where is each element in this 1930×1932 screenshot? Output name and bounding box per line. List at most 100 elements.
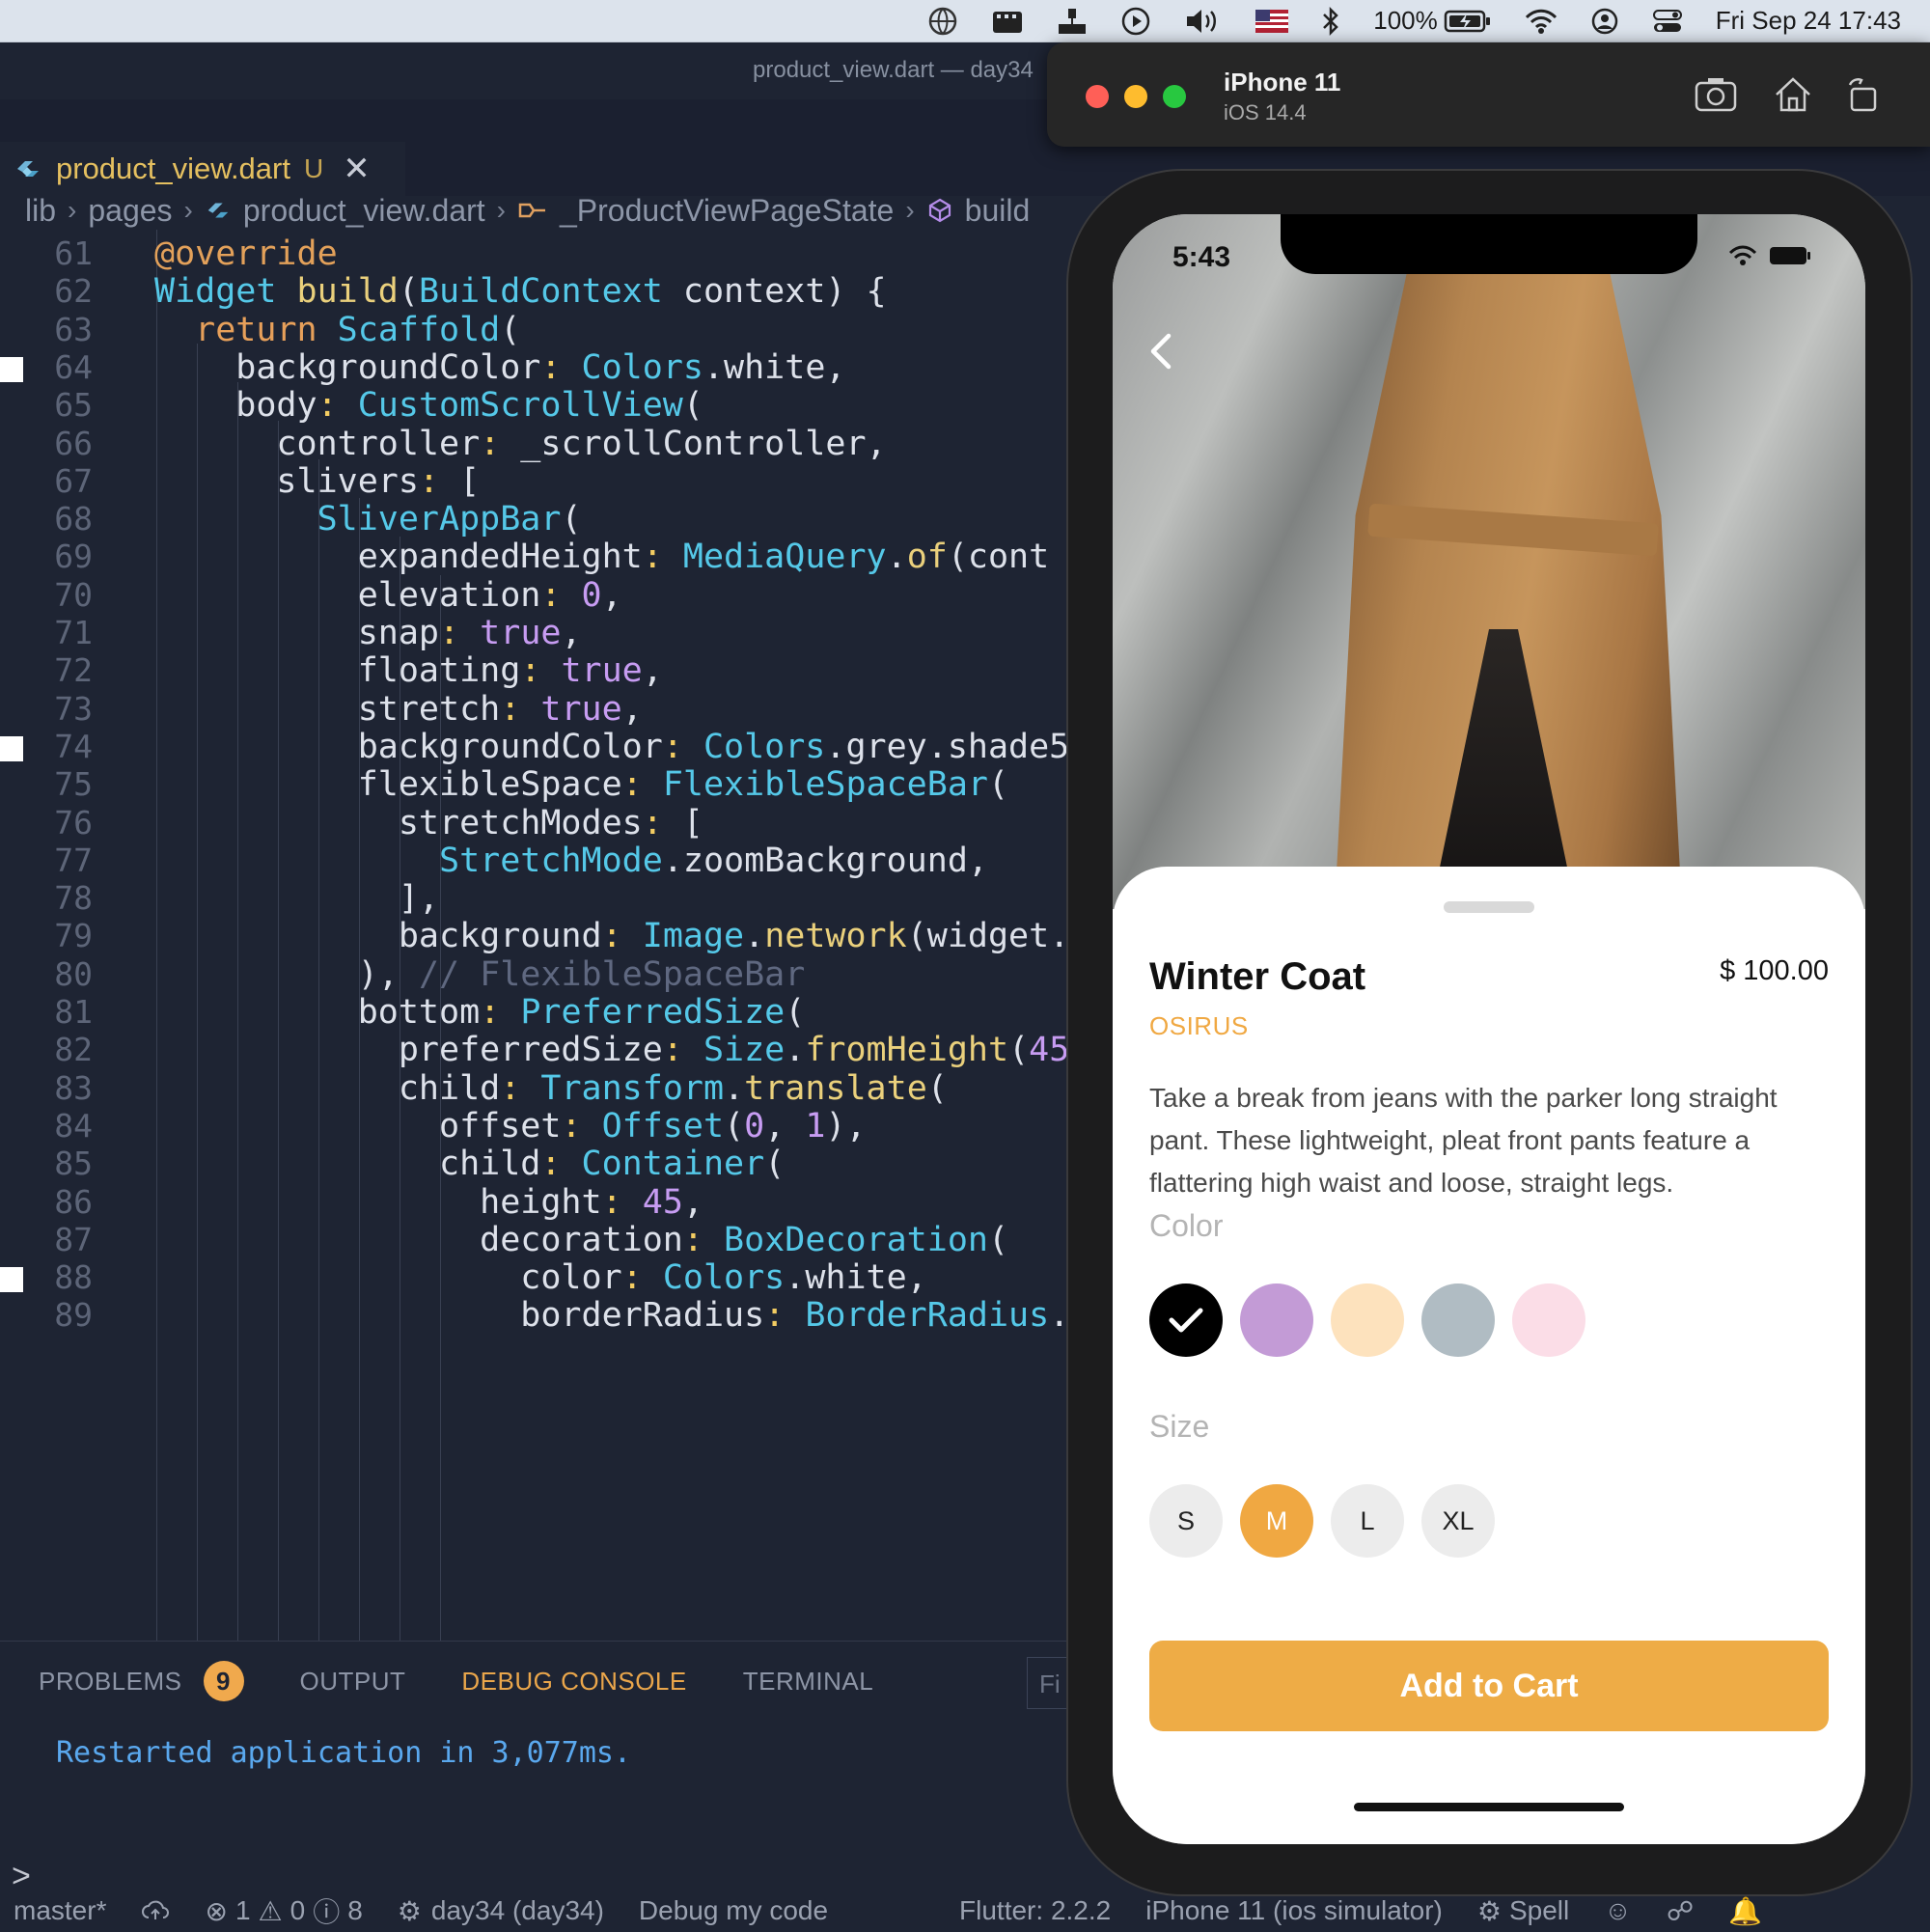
back-chevron-icon[interactable] bbox=[1140, 328, 1186, 374]
battery-status[interactable]: 100% bbox=[1373, 6, 1492, 36]
ios-status-icons bbox=[1728, 245, 1811, 266]
git-branch[interactable]: master* bbox=[14, 1895, 106, 1926]
size-option-s[interactable]: S bbox=[1149, 1484, 1223, 1558]
check-icon bbox=[1169, 1308, 1203, 1333]
breadcrumb-item[interactable]: product_view.dart bbox=[243, 193, 485, 229]
size-option-m[interactable]: M bbox=[1240, 1484, 1313, 1558]
color-swatch[interactable] bbox=[1240, 1283, 1313, 1357]
bluetooth-icon[interactable] bbox=[1321, 6, 1340, 37]
clapper-icon[interactable] bbox=[991, 8, 1024, 35]
tab-terminal[interactable]: TERMINAL bbox=[743, 1667, 873, 1697]
code-text: borderRadius: BorderRadius. bbox=[154, 1296, 1070, 1336]
debug-target-label: day34 (day34) bbox=[430, 1895, 604, 1925]
product-details-sheet: Winter Coat $ 100.00 OSIRUS Take a break… bbox=[1113, 867, 1865, 1844]
close-tab-icon[interactable]: ✕ bbox=[343, 150, 371, 188]
globe-icon[interactable] bbox=[927, 6, 958, 37]
code-area[interactable]: 61 @override 62 Widget build(BuildContext c… bbox=[0, 230, 1071, 1687]
tab-debug-console[interactable]: DEBUG CONSOLE bbox=[461, 1667, 686, 1697]
sheet-drag-handle[interactable] bbox=[1444, 901, 1534, 913]
minimize-window-button[interactable] bbox=[1124, 85, 1147, 108]
us-flag-icon[interactable] bbox=[1255, 9, 1289, 33]
product-image bbox=[1113, 214, 1865, 909]
flutter-version[interactable]: Flutter: 2.2.2 bbox=[959, 1895, 1111, 1926]
info-icon: ⓘ bbox=[313, 1897, 341, 1927]
warning-count: 0 bbox=[290, 1895, 306, 1925]
rotate-icon[interactable] bbox=[1844, 75, 1881, 114]
breadcrumb-item[interactable]: build bbox=[965, 193, 1031, 229]
problems-summary[interactable]: ⊗ 1 ⚠ 0 ⓘ 8 bbox=[205, 1891, 362, 1930]
volume-icon[interactable] bbox=[1184, 7, 1223, 36]
close-window-button[interactable] bbox=[1086, 85, 1109, 108]
color-options bbox=[1149, 1283, 1585, 1357]
screenshot-icon[interactable] bbox=[1694, 75, 1738, 114]
breadcrumb-item[interactable]: lib bbox=[25, 193, 56, 229]
debug-config[interactable]: Debug my code bbox=[639, 1895, 828, 1926]
debug-target[interactable]: ⚙ day34 (day34) bbox=[398, 1895, 604, 1927]
copilot-icon[interactable]: ☺ bbox=[1604, 1895, 1632, 1926]
simulator-os: iOS 14.4 bbox=[1224, 100, 1307, 124]
chevron-right-icon: › bbox=[68, 195, 77, 225]
color-label: Color bbox=[1149, 1208, 1224, 1243]
clock[interactable]: Fri Sep 24 17:43 bbox=[1716, 6, 1901, 36]
line-number: 89 bbox=[54, 1296, 93, 1335]
tab-filename: product_view.dart bbox=[56, 152, 290, 185]
battery-icon bbox=[1770, 247, 1810, 264]
product-title: Winter Coat bbox=[1149, 955, 1366, 998]
zoom-window-button[interactable] bbox=[1163, 85, 1186, 108]
tab-problems-label: PROBLEMS bbox=[39, 1667, 182, 1696]
battery-percent: 100% bbox=[1373, 6, 1438, 35]
ios-status-time: 5:43 bbox=[1172, 241, 1231, 273]
chevron-right-icon: › bbox=[496, 195, 506, 225]
tab-problems[interactable]: PROBLEMS 9 bbox=[39, 1661, 244, 1701]
color-swatch[interactable] bbox=[1512, 1283, 1585, 1357]
color-swatch[interactable] bbox=[1331, 1283, 1404, 1357]
wifi-icon bbox=[1728, 245, 1757, 265]
product-price: $ 100.00 bbox=[1720, 955, 1829, 986]
add-to-cart-button[interactable]: Add to Cart bbox=[1149, 1641, 1829, 1731]
spell-label: Spell bbox=[1508, 1895, 1570, 1925]
menu-bar: 100% Fri Sep 24 17:43 bbox=[0, 0, 1930, 42]
size-options: S M L XL bbox=[1149, 1484, 1495, 1558]
home-indicator[interactable] bbox=[1354, 1803, 1624, 1811]
info-count: 8 bbox=[347, 1895, 363, 1925]
control-center-icon[interactable] bbox=[1652, 8, 1683, 35]
play-icon[interactable] bbox=[1120, 6, 1151, 37]
error-icon: ⊗ bbox=[205, 1895, 228, 1926]
user-icon[interactable] bbox=[1590, 7, 1619, 36]
size-option-xl[interactable]: XL bbox=[1421, 1484, 1495, 1558]
notifications-bell-icon[interactable]: 🔔 bbox=[1728, 1895, 1762, 1927]
product-description: Take a break from jeans with the parker … bbox=[1149, 1083, 1778, 1198]
home-icon[interactable] bbox=[1773, 75, 1813, 114]
color-swatch[interactable] bbox=[1149, 1283, 1223, 1357]
bottom-panel: PROBLEMS 9 OUTPUT DEBUG CONSOLE TERMINAL … bbox=[0, 1641, 1085, 1892]
simulator-device-name: iPhone 11 bbox=[1224, 68, 1341, 97]
simulator-toolbar: iPhone 11 iOS 14.4 bbox=[1047, 42, 1930, 147]
class-icon bbox=[518, 203, 545, 218]
product-brand: OSIRUS bbox=[1149, 1011, 1249, 1040]
window-title: product_view.dart — day34 bbox=[753, 57, 1034, 83]
breadcrumb-item[interactable]: _ProductViewPageState bbox=[560, 193, 894, 229]
color-swatch[interactable] bbox=[1421, 1283, 1495, 1357]
iphone-screen: 5:43 Winter Coat $ 100.00 OSIRUS Take a … bbox=[1113, 214, 1865, 1844]
window-title-bar: product_view.dart — day34 bbox=[0, 43, 1062, 99]
warning-icon: ⚠ bbox=[258, 1895, 283, 1926]
tab-output[interactable]: OUTPUT bbox=[300, 1667, 406, 1697]
device-selector[interactable]: iPhone 11 (ios simulator) bbox=[1145, 1895, 1443, 1926]
spell-check[interactable]: ⚙ Spell bbox=[1477, 1895, 1569, 1927]
breadcrumb: lib › pages › product_view.dart › _Produ… bbox=[0, 186, 1081, 235]
debug-icon: ⚙ bbox=[397, 1895, 422, 1926]
chevron-right-icon: › bbox=[183, 195, 193, 225]
tab-status: U bbox=[303, 153, 324, 183]
sync-cloud-icon[interactable] bbox=[141, 1898, 170, 1923]
method-icon bbox=[928, 198, 951, 223]
gear-icon: ⚙ bbox=[1476, 1895, 1502, 1926]
wifi-icon[interactable] bbox=[1525, 8, 1558, 35]
flutter-file-icon bbox=[17, 161, 39, 177]
code-line[interactable]: 89 borderRadius: BorderRadius. bbox=[0, 1291, 1071, 1339]
chevron-right-icon: › bbox=[905, 195, 915, 225]
feedback-icon[interactable]: ☍ bbox=[1667, 1895, 1694, 1927]
breadcrumb-item[interactable]: pages bbox=[88, 193, 172, 229]
phone-notch bbox=[1281, 214, 1697, 274]
network-icon[interactable] bbox=[1057, 6, 1088, 37]
size-option-l[interactable]: L bbox=[1331, 1484, 1404, 1558]
